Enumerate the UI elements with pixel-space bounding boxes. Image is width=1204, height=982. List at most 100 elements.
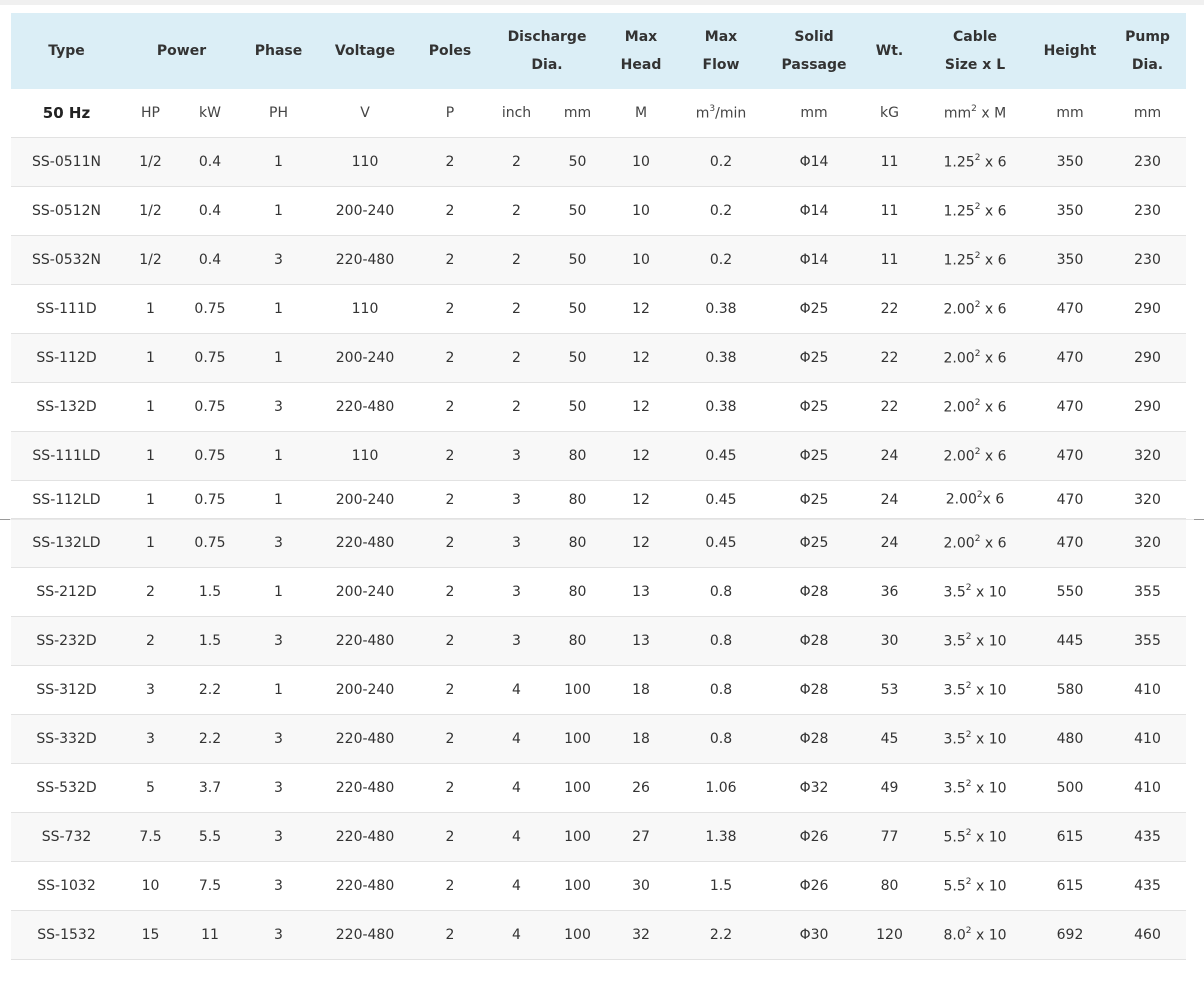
cell-cable: 2.002 x 6: [919, 284, 1032, 334]
cell-hp: 1: [122, 333, 179, 383]
cell-height: 470: [1031, 518, 1110, 568]
cell-hp: 1/2: [122, 235, 179, 285]
cell-flow: 0.8: [674, 665, 769, 715]
cell-inch: 3: [486, 518, 547, 568]
cell-v: 220-480: [316, 235, 414, 285]
cell-cable-base: 1.25: [943, 203, 975, 220]
cell-pump: 320: [1109, 480, 1187, 519]
cell-type: SS-112D: [11, 333, 122, 383]
unit-hp: HP: [122, 89, 179, 138]
cell-ph: 3: [241, 235, 316, 285]
cell-pump: 410: [1109, 714, 1187, 764]
cell-kw: 0.75: [179, 333, 241, 383]
cell-mm: 100: [547, 763, 609, 813]
cell-cable-len: x 10: [971, 682, 1007, 699]
cell-pump: 290: [1109, 333, 1187, 383]
cell-mm: 50: [547, 186, 609, 236]
cell-inch: 3: [486, 567, 547, 617]
cell-head: 13: [608, 616, 675, 666]
cell-cable-base: 5.5: [943, 829, 966, 846]
cell-flow: 0.2: [674, 186, 769, 236]
cell-kw: 0.75: [179, 284, 241, 334]
cell-flow: 0.45: [674, 518, 769, 568]
cell-inch: 2: [486, 284, 547, 334]
unit-mm-pump: mm: [1109, 89, 1187, 138]
header-cable: Cable Size x L: [919, 13, 1032, 89]
table-row: SS-132D 1 0.75 3 220-480 2 2 50 12 0.38 Φ25 22 2.002…: [11, 382, 1187, 432]
header-discharge: Discharge Dia.: [486, 13, 609, 89]
cell-cable-len: x 6: [980, 203, 1007, 220]
cell-inch: 3: [486, 431, 547, 481]
cell-pump: 320: [1109, 518, 1187, 568]
cell-flow: 2.2: [674, 910, 769, 960]
cell-p: 2: [414, 910, 486, 960]
cell-ph: 3: [241, 714, 316, 764]
cell-cable-base: 1.25: [943, 252, 975, 269]
cell-height: 470: [1031, 431, 1110, 481]
cell-cable-base: 2.00: [943, 448, 975, 465]
cell-cable-exp: 2: [965, 582, 972, 593]
cell-ph: 3: [241, 812, 316, 862]
cell-hp: 15: [122, 910, 179, 960]
cell-kw: 3.7: [179, 763, 241, 813]
cell-cable: 2.002 x 6: [919, 333, 1032, 383]
cell-solid: Φ28: [768, 714, 861, 764]
unit-p: P: [414, 89, 486, 138]
cell-head: 27: [608, 812, 675, 862]
cell-cable-base: 5.5: [943, 878, 966, 895]
cell-pump: 320: [1109, 431, 1187, 481]
cell-type: SS-0532N: [11, 235, 122, 285]
cell-p: 2: [414, 518, 486, 568]
header-cable-line1: Cable: [952, 29, 998, 45]
cell-inch: 2: [486, 137, 547, 187]
cell-head: 30: [608, 861, 675, 911]
cell-cable-base: 2.00: [943, 535, 975, 552]
cell-head: 10: [608, 137, 675, 187]
cell-v: 220-480: [316, 714, 414, 764]
cell-type: SS-1532: [11, 910, 122, 960]
cell-mm: 100: [547, 861, 609, 911]
cell-kw: 0.75: [179, 382, 241, 432]
cell-cable: 8.02 x 10: [919, 910, 1032, 960]
cell-cable-exp: 2: [974, 201, 981, 212]
unit-ph: PH: [241, 89, 316, 138]
cell-v: 110: [316, 431, 414, 481]
cell-flow: 0.38: [674, 382, 769, 432]
cell-p: 2: [414, 812, 486, 862]
cell-cable: 3.52 x 10: [919, 714, 1032, 764]
cell-p: 2: [414, 567, 486, 617]
cell-cable-base: 3.5: [943, 633, 966, 650]
cell-kw: 0.75: [179, 480, 241, 519]
cell-kw: 0.75: [179, 431, 241, 481]
header-height: Height: [1031, 13, 1110, 89]
cell-mm: 80: [547, 518, 609, 568]
cell-solid: Φ25: [768, 480, 861, 519]
cell-cable-exp: 2: [974, 152, 981, 163]
cell-v: 220-480: [316, 382, 414, 432]
cell-solid: Φ14: [768, 235, 861, 285]
cell-mm: 50: [547, 284, 609, 334]
cell-p: 2: [414, 714, 486, 764]
cell-wt: 22: [860, 382, 920, 432]
cell-cable: 5.52 x 10: [919, 812, 1032, 862]
cell-inch: 3: [486, 480, 547, 519]
cell-pump: 410: [1109, 763, 1187, 813]
cell-type: SS-332D: [11, 714, 122, 764]
seam-tick-left: [0, 519, 10, 520]
header-max-head: Max Head: [608, 13, 675, 89]
cell-pump: 460: [1109, 910, 1187, 960]
cell-hp: 1: [122, 480, 179, 519]
cell-inch: 3: [486, 616, 547, 666]
cell-pump: 355: [1109, 616, 1187, 666]
header-pump-line1: Pump: [1125, 29, 1170, 45]
cell-hp: 2: [122, 567, 179, 617]
cell-ph: 1: [241, 284, 316, 334]
cell-pump: 435: [1109, 861, 1187, 911]
cell-ph: 1: [241, 665, 316, 715]
cell-head: 18: [608, 714, 675, 764]
header-discharge-line1: Discharge: [507, 29, 587, 45]
cell-v: 110: [316, 137, 414, 187]
cell-type: SS-132D: [11, 382, 122, 432]
cell-p: 2: [414, 861, 486, 911]
cell-cable-exp: 2: [965, 876, 972, 887]
